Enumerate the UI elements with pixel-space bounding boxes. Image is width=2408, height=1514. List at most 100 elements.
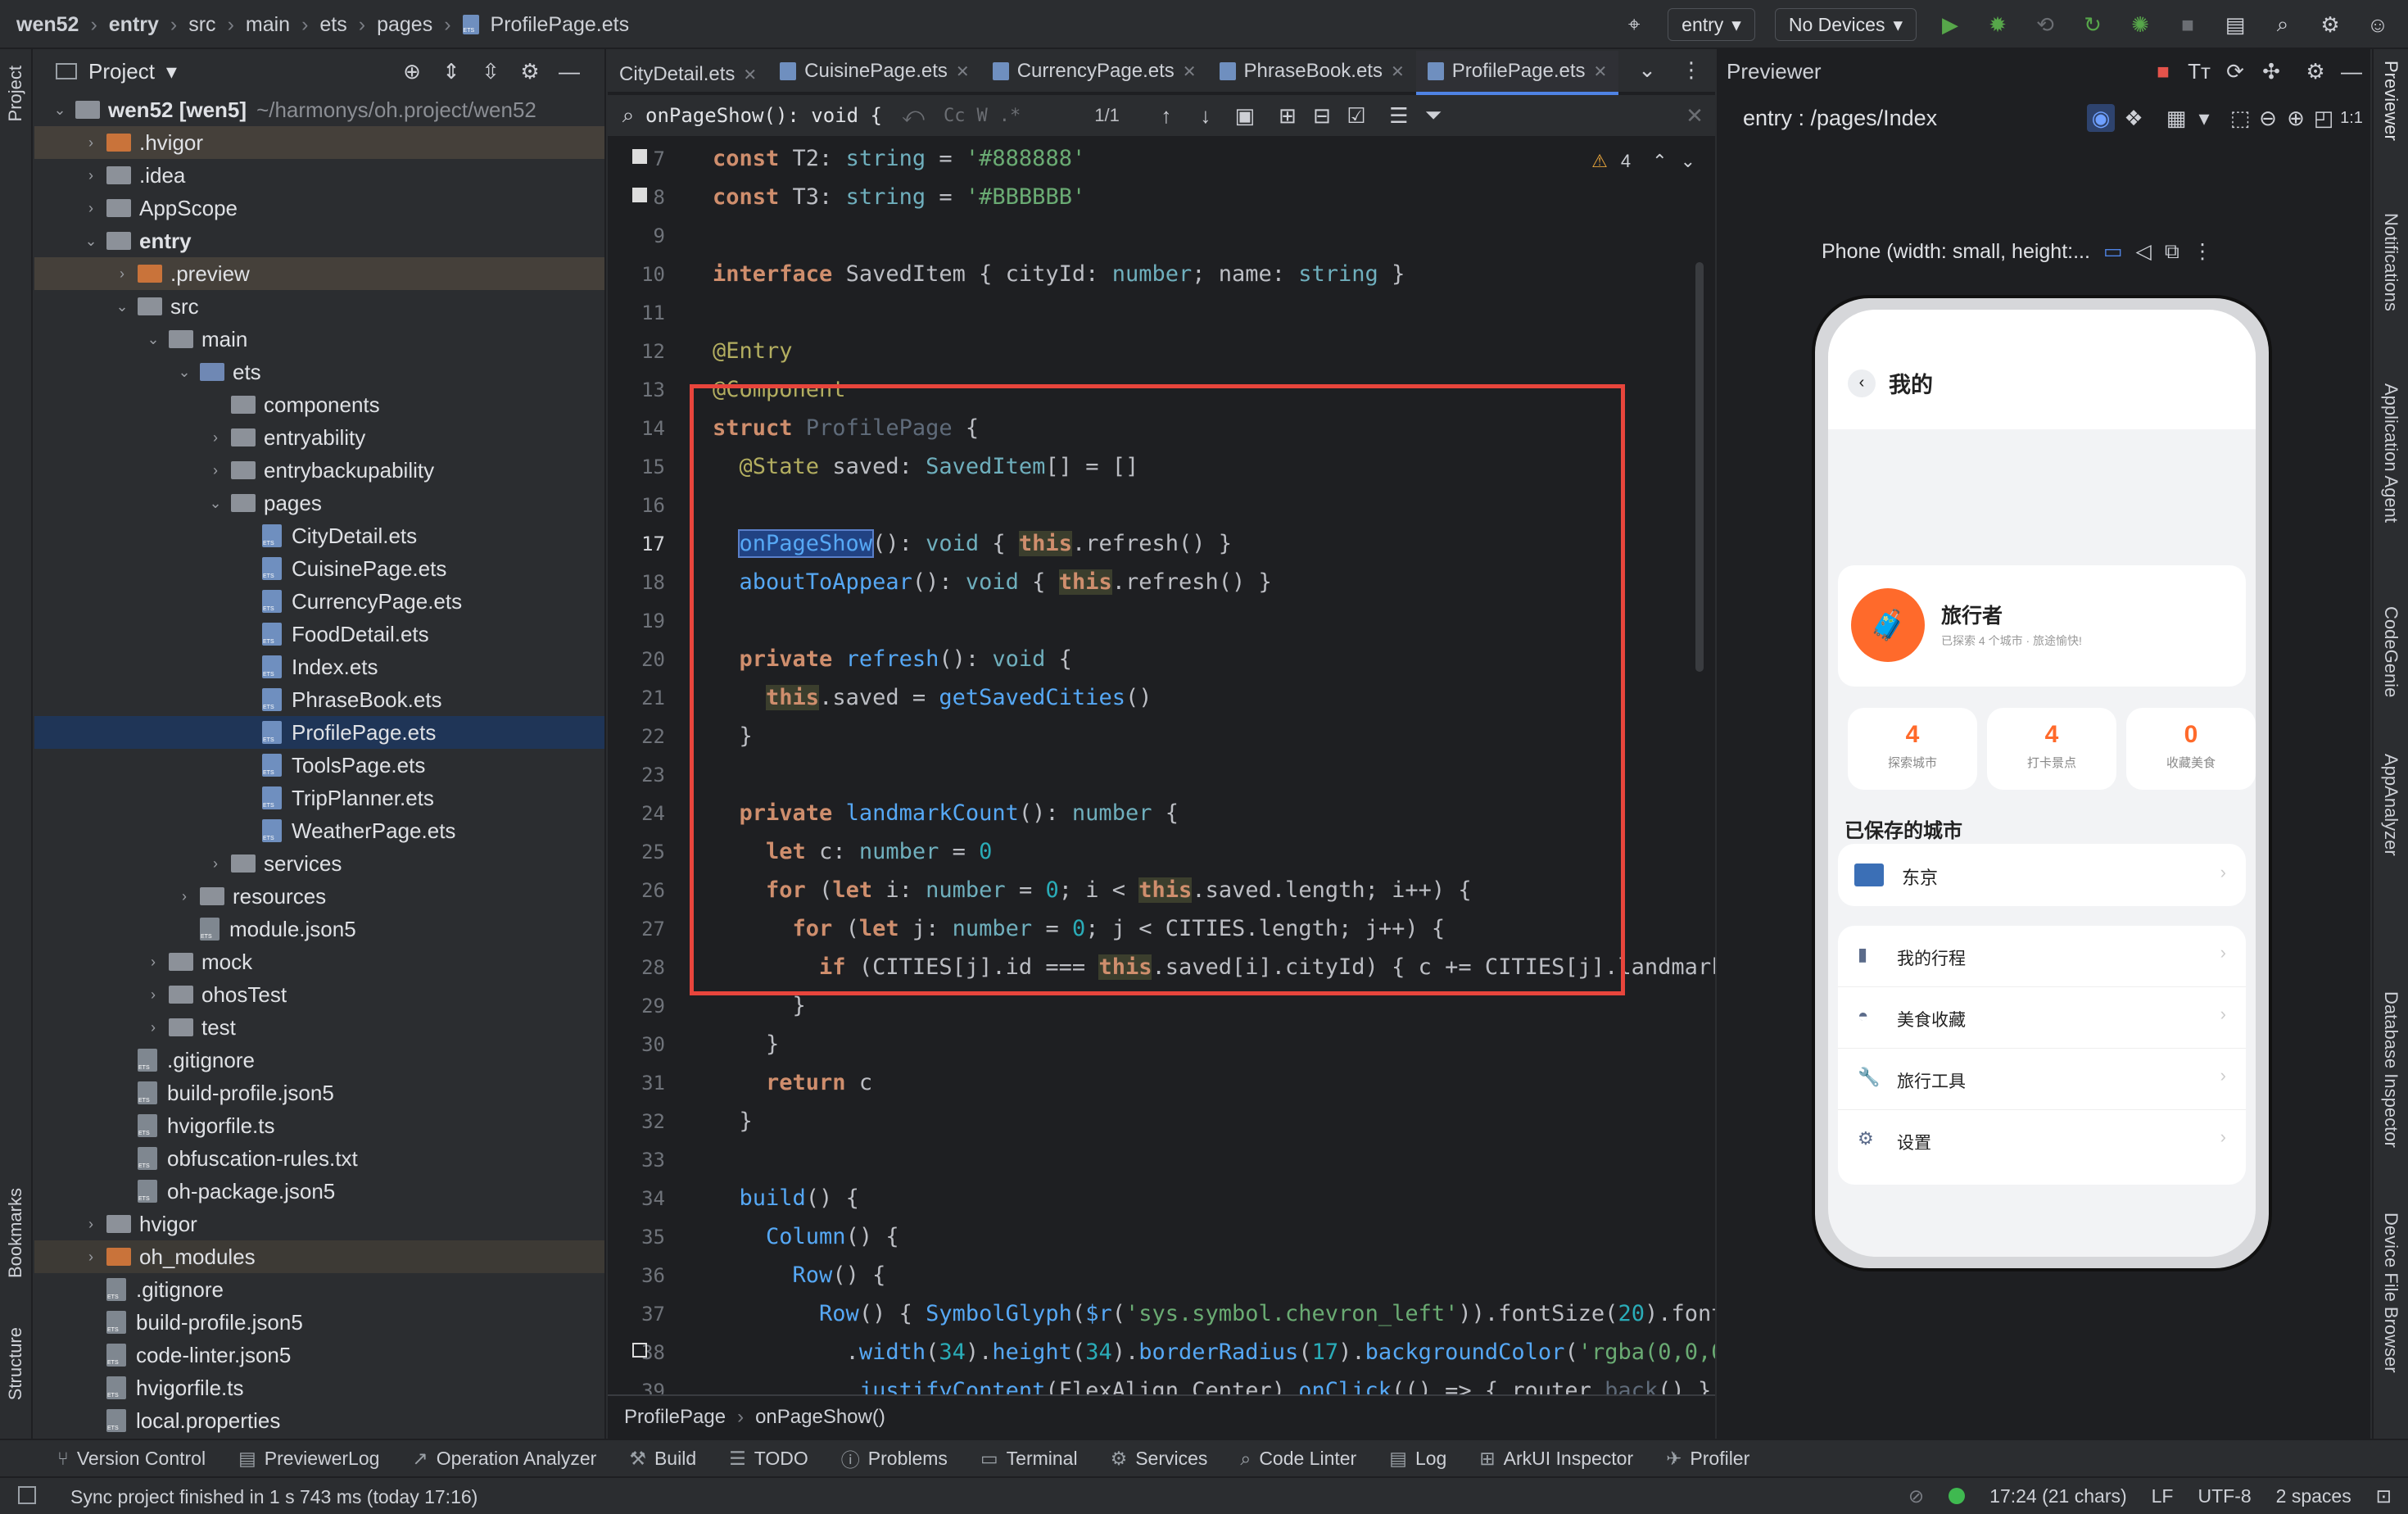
tree-item[interactable]: ⌄ entry <box>34 224 604 257</box>
menu-item[interactable]: ▮ 我的行程 › <box>1838 926 2246 987</box>
bottom-tool-button[interactable]: ⊞ ArkUI Inspector <box>1479 1448 1633 1470</box>
chevron-down-icon[interactable]: ▾ <box>2190 104 2218 132</box>
code-line[interactable]: if (CITIES[j].id === this.saved[i].cityI… <box>713 954 1715 980</box>
code-line[interactable]: @Entry <box>713 338 793 364</box>
apply-changes-icon[interactable]: ↻ <box>2079 11 2107 39</box>
menu-item[interactable]: ◓ 美食收藏 › <box>1838 987 2246 1049</box>
chevron-right-icon[interactable]: › <box>144 1019 162 1036</box>
close-tab-icon[interactable]: ✕ <box>1183 61 1197 82</box>
zoom-out-icon[interactable]: ⊖ <box>2254 104 2282 132</box>
bottom-tool-button[interactable]: ✈ Profiler <box>1666 1448 1749 1470</box>
tree-item[interactable]: CurrencyPage.ets <box>34 585 604 618</box>
bottom-tool-button[interactable]: ⚒ Build <box>629 1448 696 1470</box>
right-tool-button[interactable]: Previewer <box>2380 61 2401 145</box>
chevron-right-icon[interactable]: › <box>206 462 224 479</box>
find-input[interactable]: onPageShow(): void { <box>645 104 899 127</box>
bottom-tool-button[interactable]: ⚙ Services <box>1111 1448 1208 1470</box>
stop-icon[interactable]: ■ <box>2174 11 2202 39</box>
breadcrumb-struct[interactable]: ProfilePage <box>624 1406 726 1429</box>
fit-icon[interactable]: ◰ <box>2310 104 2338 132</box>
search-icon[interactable]: ⌕ <box>2269 11 2297 39</box>
stat-card[interactable]: 0 收藏美食 <box>2126 708 2256 790</box>
chevron-right-icon[interactable]: › <box>82 167 100 184</box>
right-tool-button[interactable]: AppAnalyzer <box>2380 754 2401 860</box>
code-line[interactable]: for (let j: number = 0; j < CITIES.lengt… <box>713 916 1446 941</box>
menu-item[interactable]: ⚙ 设置 › <box>1838 1110 2246 1172</box>
tree-item[interactable]: local.properties <box>34 1404 604 1437</box>
chevron-down-icon[interactable]: ⌄ <box>175 364 193 381</box>
close-tab-icon[interactable]: ✕ <box>1594 61 1608 82</box>
match-case-toggle[interactable]: Cc <box>944 106 966 126</box>
gear-icon[interactable]: ⚙ <box>2302 57 2329 85</box>
grid-icon[interactable]: ▦ <box>2162 104 2190 132</box>
bottom-tool-button[interactable]: ⌕ Code Linter <box>1240 1448 1356 1470</box>
gutter-marker-icon[interactable] <box>632 1343 647 1358</box>
tree-item[interactable]: CityDetail.ets <box>34 519 604 552</box>
back-button[interactable]: ‹ <box>1848 369 1876 397</box>
device-manager-icon[interactable]: ▤ <box>2221 11 2249 39</box>
tree-item[interactable]: code-linter.json5 <box>34 1339 604 1371</box>
code-area[interactable]: 7 const T2: string = '#888888' 8 const T3: … <box>608 139 1715 1439</box>
tree-item[interactable]: ⌄ src <box>34 290 604 323</box>
editor-tab[interactable]: PhraseBook.ets ✕ <box>1208 49 1416 93</box>
add-occurrence-icon[interactable]: ⊞ <box>1274 102 1301 129</box>
tree-item[interactable]: .gitignore <box>34 1044 604 1077</box>
account-icon[interactable]: ☺ <box>2364 11 2392 39</box>
chevron-right-icon[interactable]: › <box>144 986 162 1004</box>
cursor-position[interactable]: 17:24 (21 chars) <box>1989 1485 2126 1507</box>
tree-item[interactable]: › .hvigor <box>34 126 604 159</box>
lock-icon[interactable]: ⊡ <box>2376 1485 2392 1507</box>
code-line[interactable]: } <box>713 993 806 1018</box>
tree-item[interactable]: › .preview <box>34 257 604 290</box>
indent-setting[interactable]: 2 spaces <box>2276 1485 2351 1507</box>
tree-item[interactable]: › services <box>34 847 604 880</box>
bottom-tool-button[interactable]: ⓘ Problems <box>841 1444 948 1472</box>
refresh-icon[interactable]: ⟳ <box>2221 57 2249 85</box>
code-line[interactable]: onPageShow(): void { this.refresh() } <box>713 529 1232 558</box>
run-icon[interactable]: ▶ <box>1936 11 1964 39</box>
stat-card[interactable]: 4 打卡景点 <box>1987 708 2116 790</box>
menu-item[interactable]: 🔧 旅行工具 › <box>1838 1049 2246 1110</box>
settings-icon[interactable]: ⚙ <box>2316 11 2344 39</box>
project-panel-title[interactable]: Project <box>88 59 155 84</box>
stop-preview-icon[interactable]: ■ <box>2149 57 2177 85</box>
tree-item[interactable]: › entryability <box>34 421 604 454</box>
code-line[interactable]: Row() { <box>713 1262 886 1288</box>
right-tool-button[interactable]: CodeGenie <box>2380 606 2401 701</box>
chevron-right-icon[interactable]: › <box>175 888 193 905</box>
tree-item[interactable]: WeatherPage.ets <box>34 814 604 847</box>
remove-occurrence-icon[interactable]: ⊟ <box>1308 102 1336 129</box>
right-tool-button[interactable]: Application Agent <box>2380 383 2408 527</box>
close-tab-icon[interactable]: ✕ <box>743 65 757 85</box>
chevron-down-icon[interactable]: ⌄ <box>1681 151 1695 172</box>
code-line[interactable]: .width(34).height(34).borderRadius(17).b… <box>713 1339 1715 1365</box>
tree-item[interactable]: ⌄ wen52 [wen5] ~/harmonys/oh.project/wen52 <box>34 93 604 126</box>
code-line[interactable]: private refresh(): void { <box>713 646 1072 672</box>
chevron-right-icon[interactable]: › <box>144 954 162 971</box>
select-all-occurrences-icon[interactable]: ▣ <box>1231 102 1259 129</box>
chevron-down-icon[interactable]: ⌄ <box>1633 56 1661 84</box>
tree-item[interactable]: › test <box>34 1011 604 1044</box>
chevron-right-icon[interactable]: › <box>206 429 224 446</box>
editor-scrollbar[interactable] <box>1695 262 1704 672</box>
minimize-icon[interactable]: — <box>2338 57 2365 85</box>
tree-item[interactable]: oh-package.json5 <box>34 1175 604 1208</box>
chevron-right-icon[interactable]: › <box>82 1249 100 1266</box>
code-line[interactable]: return c <box>713 1070 872 1095</box>
target-icon[interactable]: ⌖ <box>1620 11 1648 39</box>
chevron-right-icon[interactable]: › <box>82 1216 100 1233</box>
code-line[interactable]: aboutToAppear(): void { this.refresh() } <box>713 569 1272 595</box>
bottom-tool-button[interactable]: ⑂ Version Control <box>57 1448 206 1470</box>
code-line[interactable]: @State saved: SavedItem[] = [] <box>713 454 1139 479</box>
structure-tool-button[interactable]: Structure <box>5 1327 26 1404</box>
chevron-down-icon[interactable]: ⌄ <box>82 233 100 250</box>
code-line[interactable]: } <box>713 723 753 749</box>
code-line[interactable]: this.saved = getSavedCities() <box>713 685 1152 710</box>
editor-tab[interactable]: CityDetail.ets ✕ <box>608 52 768 97</box>
bottom-tool-button[interactable]: ▤ PreviewerLog <box>238 1448 379 1470</box>
frame-icon[interactable]: ⬚ <box>2226 104 2254 132</box>
tree-item[interactable]: hvigorfile.ts <box>34 1371 604 1404</box>
editor-tab[interactable]: CurrencyPage.ets ✕ <box>981 49 1208 93</box>
code-line[interactable]: } <box>713 1108 753 1134</box>
tree-item[interactable]: ⌄ ets <box>34 356 604 388</box>
